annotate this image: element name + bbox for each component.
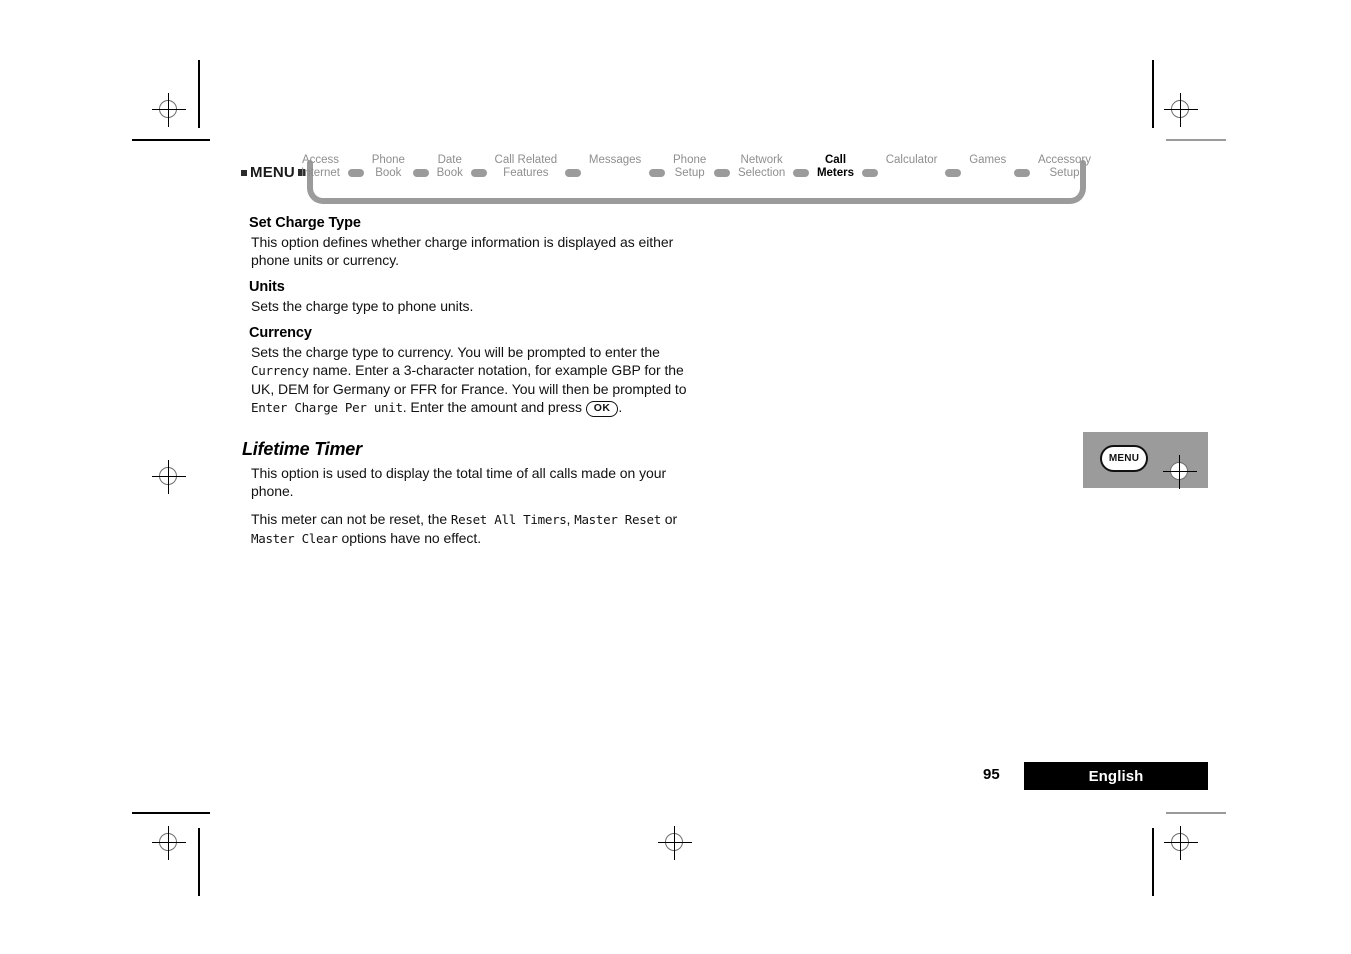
lifetime-text-4: options have no effect. <box>337 530 482 546</box>
page-number: 95 <box>983 766 1000 783</box>
lcd-label-reset-all-timers: Reset All Timers <box>450 512 567 527</box>
square-bullet-icon <box>241 169 247 176</box>
crop-mark-top-left-vertical <box>198 60 200 128</box>
paragraph-lifetime-timer-2: This meter can not be reset, the Reset A… <box>251 510 700 548</box>
menu-key-icon: MENU <box>1100 445 1148 472</box>
currency-text-3: . Enter the amount and press <box>402 399 586 415</box>
currency-text-4: . <box>618 399 623 415</box>
language-bar: English <box>1024 762 1208 790</box>
crop-mark-bottom-left-vertical <box>198 828 200 896</box>
crop-mark-bottom-right-vertical <box>1152 828 1154 896</box>
breadcrumb-item-games[interactable]: Games <box>969 152 1006 167</box>
crop-mark-bottom-right-horizontal <box>1166 812 1226 814</box>
breadcrumb-item-accessory-setup[interactable]: Accessory Setup <box>1038 152 1091 180</box>
breadcrumb-item-phone-setup[interactable]: Phone Setup <box>673 152 706 180</box>
breadcrumb-item-calculator[interactable]: Calculator <box>886 152 938 167</box>
language-label: English <box>1088 767 1144 785</box>
paragraph-currency: Sets the charge type to currency. You wi… <box>251 343 700 417</box>
heading-currency: Currency <box>249 325 312 341</box>
breadcrumb-separator-icon <box>565 169 582 177</box>
currency-text-1: Sets the charge type to currency. You wi… <box>251 344 660 360</box>
heading-set-charge-type: Set Charge Type <box>249 215 361 231</box>
breadcrumb-separator-icon <box>714 169 731 177</box>
breadcrumb-separator-icon <box>945 169 962 177</box>
breadcrumb-separator-icon <box>470 169 487 177</box>
registration-mark-left-middle <box>152 460 186 494</box>
crop-mark-bottom-left-horizontal <box>132 812 210 814</box>
breadcrumb-item-network-selection[interactable]: Network Selection <box>738 152 785 180</box>
breadcrumb-item-date-book[interactable]: Date Book <box>437 152 463 180</box>
breadcrumb-item-call-related-features[interactable]: Call Related Features <box>495 152 558 180</box>
breadcrumb-separator-icon <box>649 169 666 177</box>
registration-mark-margin-figure <box>1163 455 1197 489</box>
lcd-label-currency: Currency <box>251 363 309 378</box>
registration-mark-bottom-left <box>152 826 186 860</box>
breadcrumb-separator-icon <box>793 169 810 177</box>
crop-mark-top-left-horizontal <box>132 139 210 141</box>
breadcrumb-separator-icon <box>861 169 878 177</box>
heading-lifetime-timer: Lifetime Timer <box>242 439 362 459</box>
crop-mark-top-right-vertical <box>1152 60 1154 128</box>
currency-text-2: name. Enter a 3-character notation, for … <box>251 362 687 397</box>
menu-label-group: MENU <box>241 164 305 181</box>
breadcrumb-item-phone-book[interactable]: Phone Book <box>372 152 405 180</box>
ok-key-icon: OK <box>585 401 619 417</box>
paragraph-units: Sets the charge type to phone units. <box>251 298 474 314</box>
registration-mark-top-left <box>152 93 186 127</box>
registration-mark-top-right <box>1164 93 1198 127</box>
paragraph-lifetime-timer-1: This option is used to display the total… <box>251 465 667 499</box>
registration-mark-bottom-right <box>1164 826 1198 860</box>
breadcrumb-item-list: Access Internet Phone Book Date Book Call Rela… <box>301 152 1091 190</box>
breadcrumb-separator-icon <box>347 169 364 177</box>
lcd-label-enter-charge-per-unit: Enter Charge Per unit <box>251 400 403 415</box>
lifetime-text-3: or <box>660 511 678 527</box>
menu-label: MENU <box>250 164 295 181</box>
breadcrumb-item-messages[interactable]: Messages <box>589 152 641 167</box>
lcd-label-master-clear: Master Clear <box>251 531 338 546</box>
heading-units: Units <box>249 279 285 295</box>
breadcrumb-item-access-internet[interactable]: Access Internet <box>301 152 340 180</box>
paragraph-set-charge-type: This option defines whether charge infor… <box>251 234 674 268</box>
registration-mark-bottom-center <box>658 826 692 860</box>
lifetime-text-1: This meter can not be reset, the <box>251 511 451 527</box>
lcd-label-master-reset: Master Reset <box>574 512 661 527</box>
breadcrumb-separator-icon <box>412 169 429 177</box>
page-content: Set Charge Type This option defines whet… <box>240 215 700 558</box>
crop-mark-top-right-horizontal <box>1166 139 1226 141</box>
breadcrumb-item-call-meters[interactable]: Call Meters <box>817 152 854 180</box>
breadcrumb-separator-icon <box>1014 169 1031 177</box>
menu-key-label: MENU <box>1108 453 1140 464</box>
menu-breadcrumb-strip: MENU Access Internet Phone Book Date Book Call… <box>241 152 1091 204</box>
